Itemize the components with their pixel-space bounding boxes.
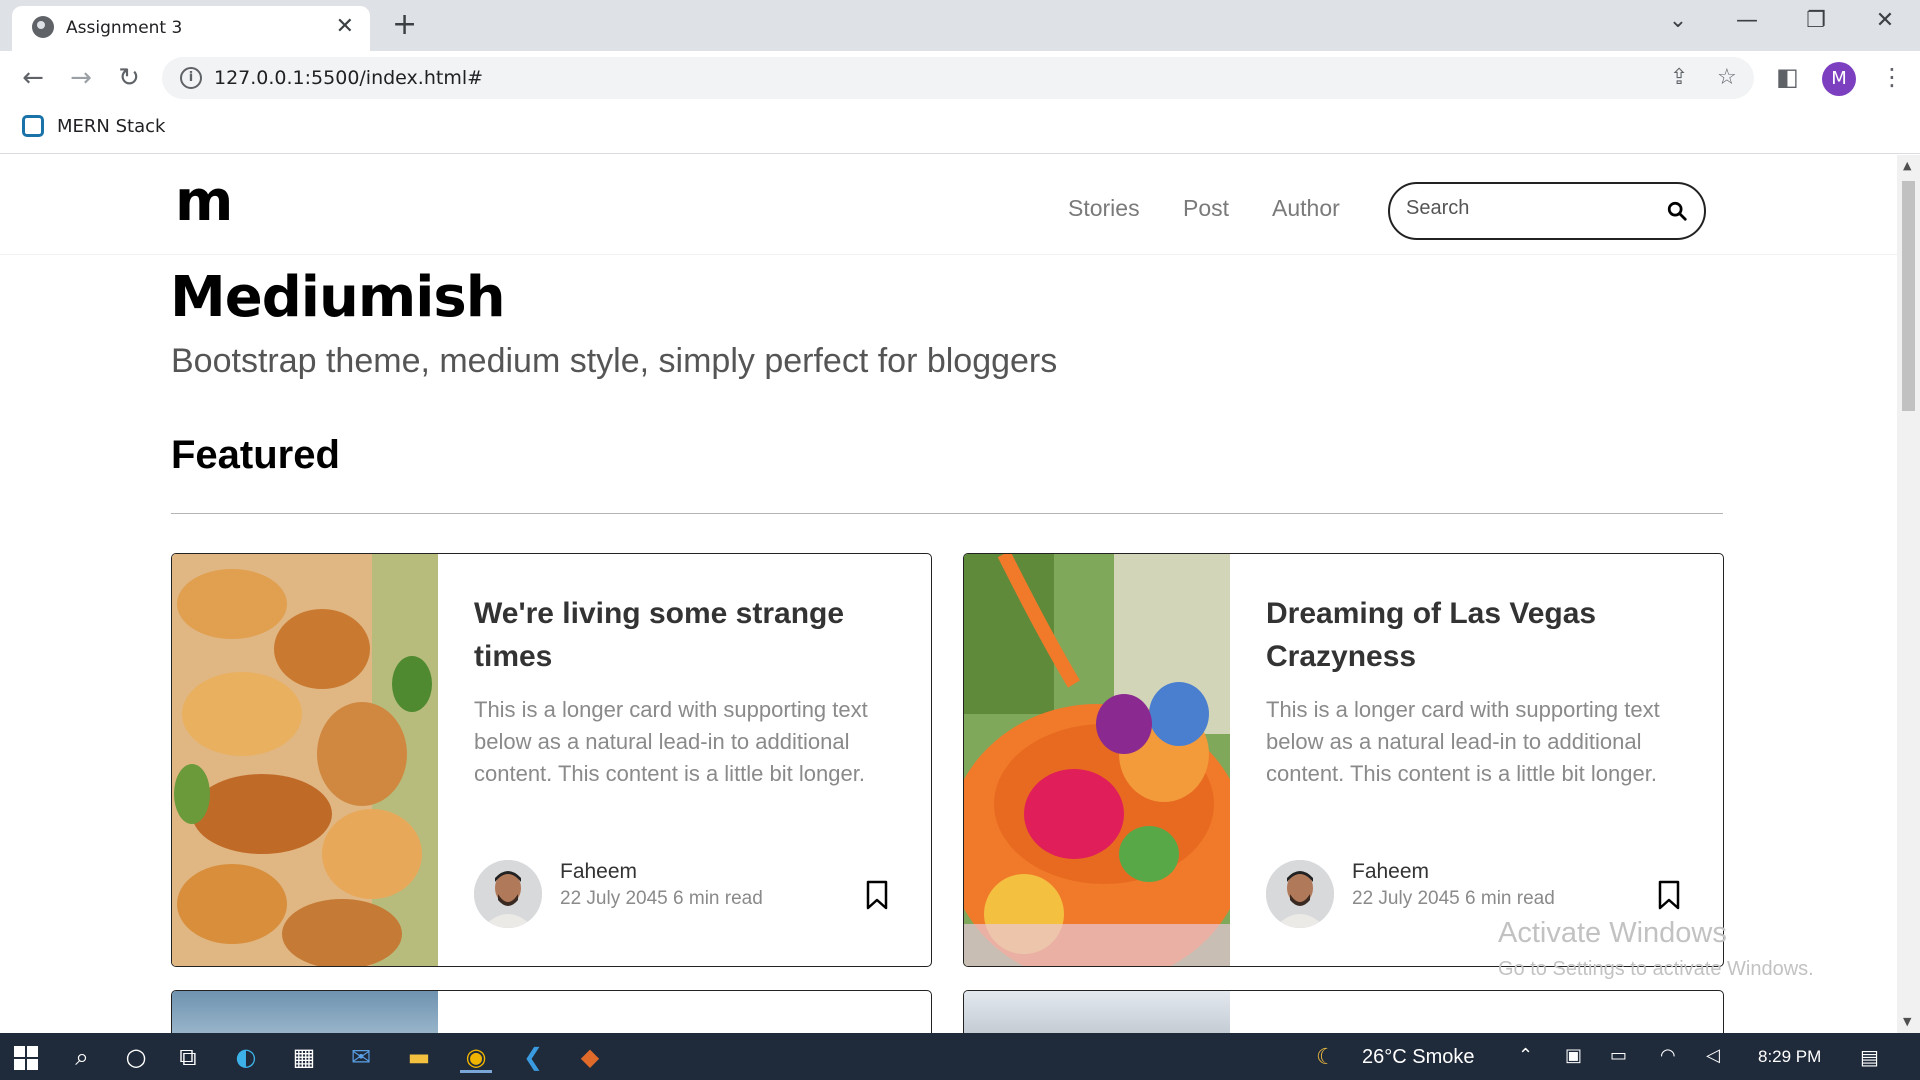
browser-titlebar: Assignment 3 ✕ + ⌄ — ❐ ✕ — [0, 0, 1920, 51]
windows-start-icon[interactable] — [14, 1046, 38, 1070]
clock-time[interactable]: 8:29 PM — [1758, 1047, 1821, 1067]
git-icon[interactable]: ◆ — [574, 1041, 606, 1073]
card-text: This is a longer card with supporting te… — [474, 697, 868, 786]
bookmark-favicon-icon — [22, 115, 44, 137]
scroll-thumb[interactable] — [1902, 181, 1915, 411]
section-heading-featured: Featured — [171, 433, 340, 477]
featured-card[interactable] — [171, 990, 932, 1033]
card-title[interactable]: Dreaming of Las Vegas Crazyness — [1266, 592, 1686, 678]
card-image-easter-eggs[interactable] — [964, 554, 1230, 967]
post-meta: 22 July 2045 6 min read — [1352, 888, 1555, 909]
chrome-icon[interactable]: ◉ — [460, 1041, 492, 1073]
new-tab-button[interactable]: + — [392, 8, 417, 42]
side-panel-icon[interactable]: ◧ — [1776, 63, 1799, 91]
featured-card[interactable]: We're living some strange times This is … — [171, 553, 932, 967]
search-input[interactable] — [1406, 197, 1656, 220]
task-view-icon[interactable]: ⧉ — [172, 1041, 204, 1073]
info-icon[interactable]: i — [180, 67, 202, 89]
page-scrollbar[interactable]: ▲ ▼ — [1897, 155, 1920, 1033]
star-icon[interactable]: ☆ — [1717, 65, 1737, 90]
post-meta: 22 July 2045 6 min read — [560, 888, 763, 909]
menu-kebab-icon[interactable]: ⋮ — [1880, 63, 1904, 91]
address-bar[interactable]: i 127.0.0.1:5500/index.html# ⇪ ☆ — [162, 57, 1754, 99]
browser-tab[interactable]: Assignment 3 ✕ — [12, 6, 370, 51]
weather-moon-icon[interactable]: ☾ — [1316, 1045, 1336, 1070]
featured-card[interactable] — [963, 990, 1724, 1033]
section-divider — [171, 513, 1723, 514]
nav-link-author[interactable]: Author — [1272, 195, 1340, 222]
author-photo-icon — [1266, 860, 1334, 928]
site-logo[interactable]: m — [175, 169, 233, 234]
meet-now-icon[interactable]: ▣ — [1565, 1045, 1582, 1066]
windows-taskbar: ⌕ ○ ⧉ ◐ ▦ ✉ ▬ ◉ ❮ ◆ ☾ 26°C Smoke ⌃ ▣ ▭ ◠… — [0, 1033, 1920, 1080]
author-name[interactable]: Faheem — [1352, 860, 1429, 884]
back-arrow-icon[interactable]: ← — [16, 63, 50, 93]
notifications-icon[interactable]: ▤ — [1860, 1045, 1879, 1069]
wifi-icon[interactable]: ◠ — [1660, 1045, 1676, 1066]
page-viewport: m Stories Post Author Mediumish Bootstra… — [0, 155, 1897, 1033]
author-name[interactable]: Faheem — [560, 860, 637, 884]
nav-link-post[interactable]: Post — [1183, 195, 1229, 222]
volume-icon[interactable]: ◁ — [1706, 1045, 1720, 1066]
edge-icon[interactable]: ◐ — [230, 1041, 262, 1073]
bookmarks-bar: MERN Stack — [0, 107, 1920, 154]
chevron-up-icon[interactable]: ⌃ — [1518, 1045, 1533, 1066]
bookmark-mern-stack[interactable]: MERN Stack — [57, 116, 165, 137]
nav-link-stories[interactable]: Stories — [1068, 195, 1140, 222]
mail-icon[interactable]: ✉ — [345, 1041, 377, 1073]
share-icon[interactable]: ⇪ — [1670, 65, 1688, 90]
search-taskbar-icon[interactable]: ⌕ — [66, 1041, 98, 1073]
search-box — [1388, 182, 1706, 240]
battery-icon[interactable]: ▭ — [1610, 1045, 1627, 1066]
bookmark-icon[interactable] — [1658, 880, 1680, 910]
minimize-button[interactable]: — — [1727, 8, 1767, 33]
restore-button[interactable]: ❐ — [1796, 8, 1836, 33]
weather-status[interactable]: 26°C Smoke — [1362, 1046, 1475, 1069]
vscode-icon[interactable]: ❮ — [517, 1041, 549, 1073]
card-image[interactable] — [172, 991, 438, 1033]
card-title[interactable]: We're living some strange times — [474, 592, 894, 678]
activate-windows-subtitle: Go to Settings to activate Windows. — [1498, 958, 1814, 980]
featured-card[interactable]: Dreaming of Las Vegas Crazyness This is … — [963, 553, 1724, 967]
card-image-food[interactable] — [172, 554, 438, 967]
tab-close-icon[interactable]: ✕ — [336, 14, 354, 39]
file-explorer-icon[interactable]: ▬ — [403, 1041, 435, 1073]
card-text: This is a longer card with supporting te… — [1266, 697, 1660, 786]
close-window-button[interactable]: ✕ — [1865, 8, 1905, 33]
reload-icon[interactable]: ↻ — [112, 63, 146, 93]
tab-title: Assignment 3 — [66, 18, 183, 38]
scroll-up-icon[interactable]: ▲ — [1903, 159, 1911, 172]
browser-toolbar: ← → ↻ i 127.0.0.1:5500/index.html# ⇪ ☆ ◧… — [0, 51, 1920, 107]
page-subtitle: Bootstrap theme, medium style, simply pe… — [171, 342, 1058, 380]
search-icon[interactable] — [1666, 200, 1688, 222]
page-title: Mediumish — [170, 265, 506, 330]
tab-search-icon[interactable]: ⌄ — [1658, 8, 1698, 33]
activate-windows-title: Activate Windows — [1498, 917, 1727, 949]
avatar[interactable] — [1266, 860, 1334, 928]
globe-icon — [32, 16, 54, 38]
scroll-down-icon[interactable]: ▼ — [1903, 1015, 1911, 1028]
store-icon[interactable]: ▦ — [288, 1041, 320, 1073]
card-image[interactable] — [964, 991, 1230, 1033]
site-navbar: m Stories Post Author — [0, 155, 1897, 255]
cortana-icon[interactable]: ○ — [120, 1041, 152, 1073]
bookmark-icon[interactable] — [866, 880, 888, 910]
avatar[interactable] — [474, 860, 542, 928]
forward-arrow-icon[interactable]: → — [64, 63, 98, 93]
author-photo-icon — [474, 860, 542, 928]
profile-avatar[interactable]: M — [1822, 62, 1856, 96]
url-text[interactable]: 127.0.0.1:5500/index.html# — [214, 67, 483, 89]
